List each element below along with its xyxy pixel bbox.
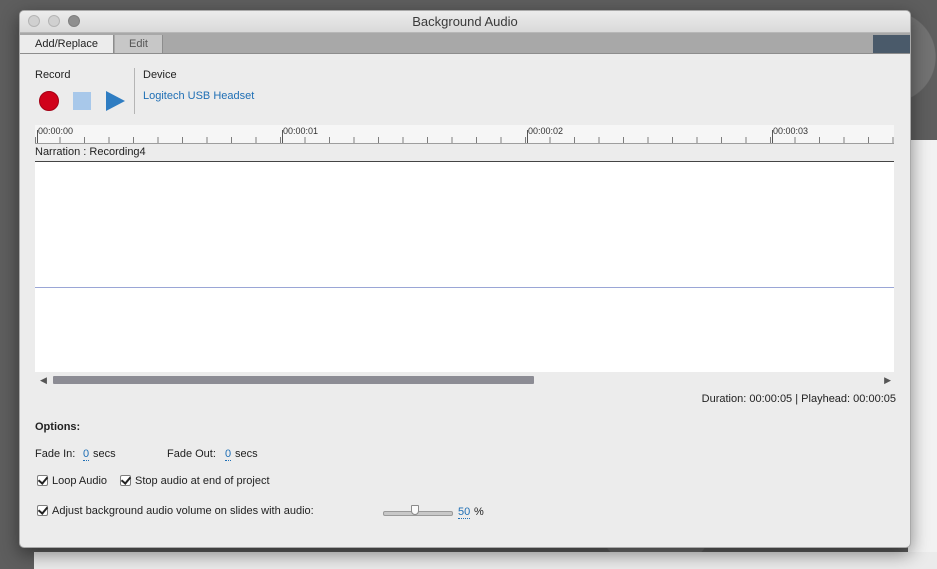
options-title: Options: bbox=[35, 421, 81, 433]
fade-in-label: Fade In: bbox=[35, 448, 76, 460]
loop-audio-label: Loop Audio bbox=[52, 475, 108, 487]
ruler-tick-label: 00:00:03 bbox=[773, 126, 809, 136]
tab-add-replace[interactable]: Add/Replace bbox=[20, 35, 114, 53]
title-bar: Background Audio bbox=[20, 11, 910, 33]
record-device-divider bbox=[134, 68, 135, 114]
tab-edit[interactable]: Edit bbox=[115, 35, 163, 53]
timeline-ruler[interactable]: 00:00:00 00:00:01 00:00:02 00:00:03 bbox=[35, 125, 894, 144]
tab-bar-corner bbox=[873, 35, 910, 53]
background-panel-bottom bbox=[34, 552, 937, 569]
volume-value-input[interactable]: 50 bbox=[458, 506, 471, 519]
duration-value: 00:00:05 bbox=[749, 393, 793, 405]
tab-bar: Add/Replace Edit bbox=[20, 33, 910, 54]
fade-out-input[interactable]: 0 bbox=[225, 448, 232, 461]
adjust-volume-label: Adjust background audio volume on slides… bbox=[52, 505, 314, 517]
scroll-thumb[interactable] bbox=[53, 376, 534, 384]
background-panel-right bbox=[908, 140, 937, 552]
volume-slider-thumb[interactable] bbox=[411, 505, 419, 515]
horizontal-scrollbar[interactable]: ◀ ▶ bbox=[35, 373, 894, 387]
status-separator: | bbox=[795, 393, 799, 405]
duration-label: Duration: bbox=[701, 393, 747, 405]
loop-audio-checkbox[interactable] bbox=[37, 475, 48, 486]
playhead-value: 00:00:05 bbox=[853, 393, 896, 405]
scroll-right-arrow-icon[interactable]: ▶ bbox=[884, 375, 891, 386]
ruler-minor-ticks bbox=[35, 137, 894, 143]
waveform-line bbox=[35, 287, 894, 288]
stop-audio-checkbox[interactable] bbox=[120, 475, 131, 486]
ruler-tick-label: 00:00:02 bbox=[528, 126, 564, 136]
fade-in-input[interactable]: 0 bbox=[83, 448, 90, 461]
play-button[interactable] bbox=[106, 91, 125, 111]
playhead-label: Playhead: bbox=[801, 393, 851, 405]
ruler-tick-label: 00:00:01 bbox=[283, 126, 319, 136]
track-label: Narration : Recording4 bbox=[35, 146, 146, 158]
record-button[interactable] bbox=[39, 91, 59, 111]
stop-button[interactable] bbox=[73, 92, 91, 110]
ruler-tick-label: 00:00:00 bbox=[38, 126, 74, 136]
fade-in-unit: secs bbox=[93, 448, 116, 460]
adjust-volume-checkbox[interactable] bbox=[37, 505, 48, 516]
record-label: Record bbox=[35, 69, 71, 81]
background-audio-dialog: Background Audio Add/Replace Edit Record… bbox=[19, 10, 911, 548]
volume-unit: % bbox=[474, 506, 484, 518]
fade-out-label: Fade Out: bbox=[167, 448, 216, 460]
stop-audio-label: Stop audio at end of project bbox=[135, 475, 270, 487]
window-title: Background Audio bbox=[412, 14, 518, 29]
scroll-left-arrow-icon[interactable]: ◀ bbox=[40, 375, 47, 386]
waveform-area[interactable] bbox=[35, 162, 894, 372]
duration-playhead-status: Duration: 00:00:05 | Playhead: 00:00:05 bbox=[702, 393, 896, 405]
device-label: Device bbox=[143, 69, 177, 81]
fade-out-unit: secs bbox=[235, 448, 258, 460]
device-select-link[interactable]: Logitech USB Headset bbox=[143, 90, 254, 102]
